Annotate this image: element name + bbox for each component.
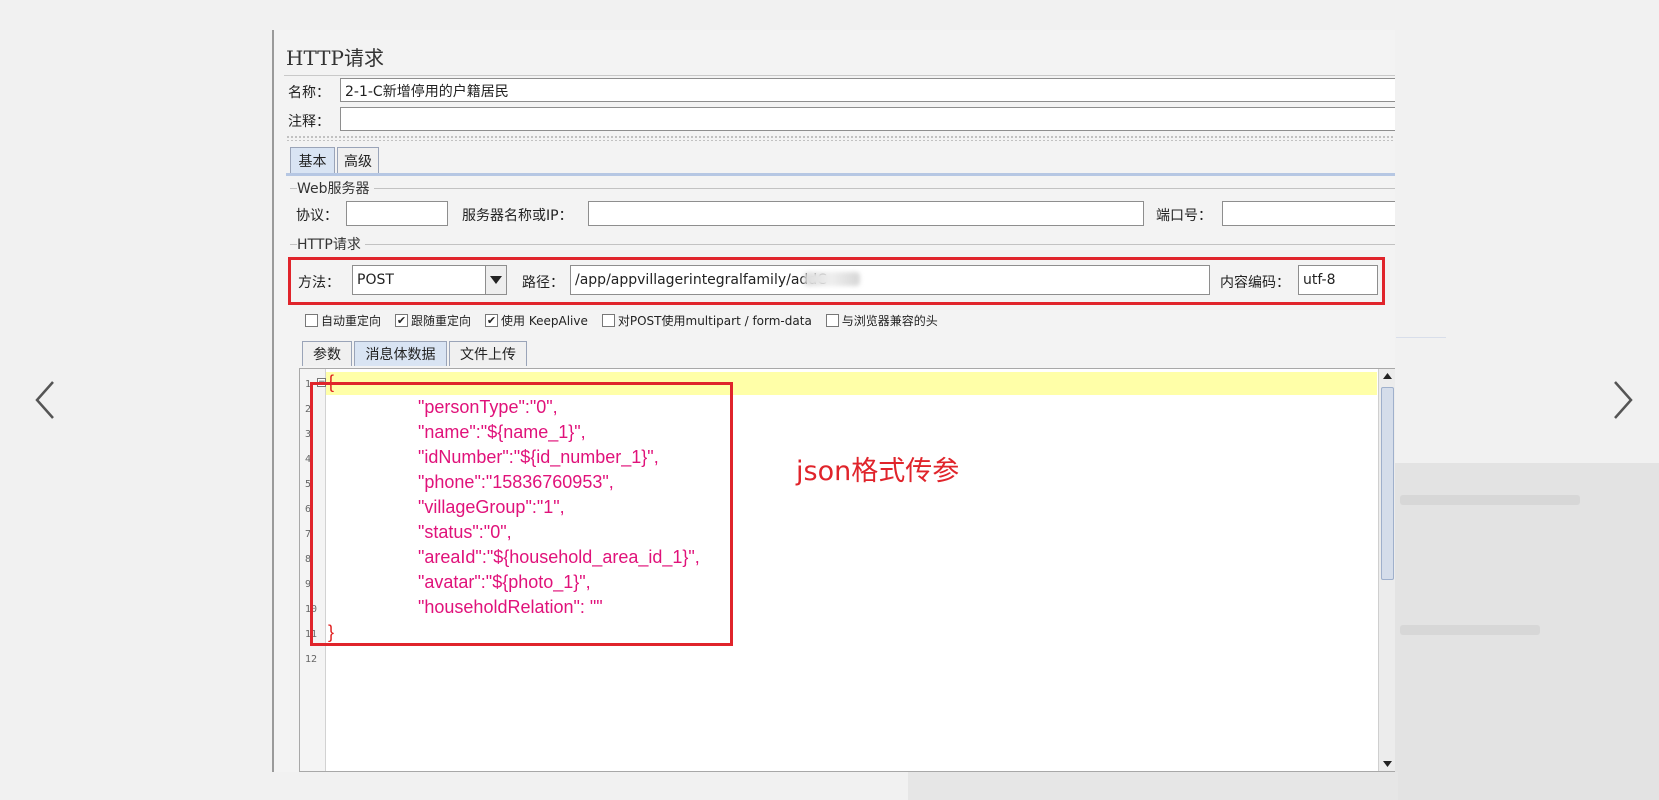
server-label: 服务器名称或IP：: [462, 208, 573, 224]
protocol-label: 协议：: [296, 208, 338, 224]
checkbox-label: 自动重定向: [321, 314, 382, 328]
faded-row: [1400, 625, 1540, 635]
splitter-handle[interactable]: [286, 135, 1395, 141]
body-data-editor[interactable]: − 1 2 3 4 5 6 7 8 9 10 11 12 { "personTy…: [299, 368, 1395, 772]
port-input[interactable]: [1222, 201, 1395, 226]
tab-file-upload[interactable]: 文件上传: [449, 341, 527, 366]
name-label: 名称：: [288, 85, 330, 101]
checkbox-box: [825, 314, 839, 327]
method-path-highlight-box: [288, 257, 1385, 305]
scroll-thumb[interactable]: [1381, 387, 1394, 580]
tab-parameters[interactable]: 参数: [302, 341, 352, 366]
comment-label: 注释：: [288, 114, 330, 130]
checkbox-box: [305, 314, 318, 327]
browser-headers-checkbox[interactable]: 与浏览器兼容的头: [825, 312, 938, 329]
checkbox-box: [601, 314, 615, 327]
prev-slide-arrow[interactable]: [30, 375, 60, 425]
chevron-right-icon: [1614, 381, 1633, 419]
request-options: 自动重定向 ✔ 跟随重定向 ✔ 使用 KeepAlive 对POST使用mult…: [305, 312, 938, 329]
tab-body-data[interactable]: 消息体数据: [354, 341, 447, 366]
checkbox-label: 与浏览器兼容的头: [841, 314, 938, 328]
tab-basic[interactable]: 基本: [290, 147, 335, 173]
tab-panel-border: [286, 173, 1395, 176]
port-label: 端口号：: [1156, 208, 1212, 224]
checkbox-box-checked: ✔: [395, 314, 409, 327]
page-title: HTTP请求: [286, 46, 384, 70]
http-request-panel: HTTP请求 名称： 2-1-C新增停用的户籍居民 注释： 基本 高级 Web服…: [272, 30, 1395, 772]
line-number: 12: [305, 654, 318, 665]
http-request-group-border: [290, 244, 1395, 245]
scroll-down-icon[interactable]: [1383, 761, 1392, 767]
checkbox-label: 使用 KeepAlive: [501, 314, 588, 328]
faded-bottom-bar: [908, 772, 1398, 800]
protocol-input[interactable]: [346, 201, 448, 226]
checkbox-box-checked: ✔: [485, 314, 499, 327]
keepalive-checkbox[interactable]: ✔ 使用 KeepAlive: [485, 312, 588, 329]
scroll-up-icon[interactable]: [1383, 373, 1392, 379]
faded-link: [1396, 324, 1446, 338]
auto-redirect-checkbox[interactable]: 自动重定向: [305, 312, 381, 329]
comment-field[interactable]: [340, 107, 1395, 131]
editor-scrollbar[interactable]: [1378, 369, 1395, 771]
http-request-group-title: HTTP请求: [297, 234, 365, 254]
follow-redirect-checkbox[interactable]: ✔ 跟随重定向: [395, 312, 471, 329]
tab-advanced[interactable]: 高级: [337, 147, 379, 173]
checkbox-label: 跟随重定向: [411, 314, 472, 328]
chevron-left-icon: [35, 381, 54, 419]
web-server-group-title: Web服务器: [297, 178, 374, 198]
faded-toolbar: [1400, 495, 1580, 505]
web-server-group-border: [290, 188, 1395, 189]
server-input[interactable]: [588, 201, 1144, 226]
next-slide-arrow[interactable]: [1608, 375, 1638, 425]
name-field[interactable]: 2-1-C新增停用的户籍居民: [340, 78, 1395, 102]
annotation-text: json格式传参: [796, 456, 960, 487]
multipart-checkbox[interactable]: 对POST使用multipart / form-data: [601, 312, 812, 329]
json-highlight-box: [310, 382, 733, 646]
title-divider: [284, 75, 1395, 76]
checkbox-label: 对POST使用multipart / form-data: [617, 314, 812, 328]
